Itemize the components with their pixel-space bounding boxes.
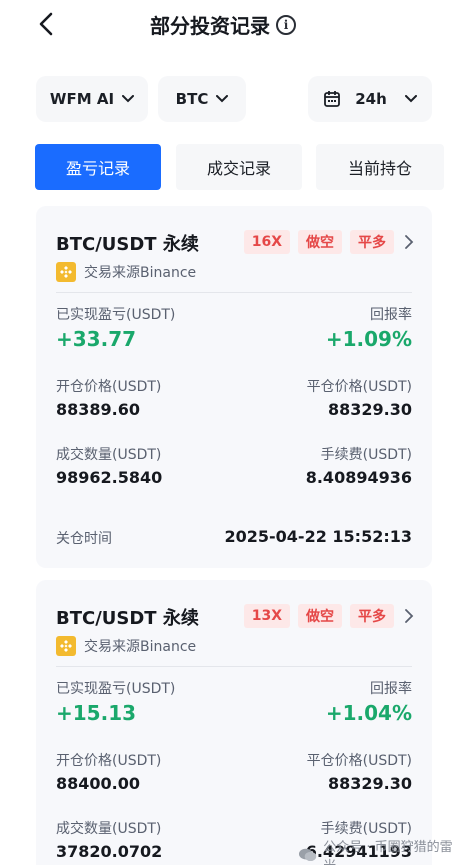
- page-title-group: 部分投资记录 i: [150, 10, 296, 39]
- divider: [56, 292, 412, 293]
- chevron-down-icon: [216, 95, 229, 103]
- side-badge: 做空: [298, 604, 342, 628]
- record-card[interactable]: BTC/USDT 永续 13X 做空 平多 交易来源Binance 已实现盈亏(…: [36, 580, 432, 865]
- quantity-value: 98962.5840: [56, 468, 163, 487]
- coin-select[interactable]: BTC: [158, 76, 246, 122]
- tab-trade-records[interactable]: 成交记录: [176, 144, 302, 190]
- trade-source-label: 交易来源Binance: [84, 639, 197, 655]
- chevron-left-icon: [39, 12, 53, 36]
- pair-name: BTC/USDT 永续: [56, 234, 199, 255]
- chevron-down-icon: [404, 95, 417, 103]
- watermark-text: 公众号 · 币圈狩猎的雷米: [323, 840, 453, 865]
- quantity-value: 37820.0702: [56, 842, 163, 861]
- fee-value: 8.40894936: [305, 468, 412, 487]
- fee-label: 手续费(USDT): [320, 447, 412, 463]
- fee-label: 手续费(USDT): [320, 821, 412, 837]
- tab-current-positions[interactable]: 当前持仓: [316, 144, 444, 190]
- top-bar: 部分投资记录 i: [0, 0, 460, 50]
- tab-pnl-records[interactable]: 盈亏记录: [35, 144, 161, 190]
- side-badge: 做空: [298, 230, 342, 254]
- pnl-value: +15.13: [56, 701, 137, 725]
- close-price-value: 88329.30: [327, 400, 412, 419]
- record-tabs: 盈亏记录 成交记录 当前持仓: [0, 144, 460, 190]
- info-icon[interactable]: i: [276, 14, 296, 35]
- calendar-icon: [324, 91, 341, 107]
- period-select[interactable]: 24h: [308, 76, 432, 122]
- coin-select-value: BTC: [175, 90, 209, 108]
- tag-group: 16X 做空 平多: [243, 230, 414, 254]
- pnl-value: +33.77: [56, 327, 137, 351]
- action-badge: 平多: [350, 604, 394, 628]
- quantity-label: 成交数量(USDT): [56, 821, 162, 837]
- wechat-icon: [298, 848, 317, 862]
- open-price-label: 开仓价格(USDT): [56, 379, 162, 395]
- leverage-badge: 13X: [243, 604, 290, 628]
- open-price-value: 88400.00: [56, 774, 141, 793]
- pair-name: BTC/USDT 永续: [56, 608, 199, 629]
- period-select-value: 24h: [355, 90, 387, 108]
- chevron-right-icon[interactable]: [404, 235, 414, 249]
- filter-bar: WFM AI BTC 24h: [0, 76, 460, 124]
- action-badge: 平多: [350, 230, 394, 254]
- close-price-value: 88329.30: [327, 774, 412, 793]
- roi-value: +1.09%: [325, 327, 412, 351]
- back-button[interactable]: [34, 10, 60, 38]
- trade-source-label: 交易来源Binance: [84, 265, 197, 281]
- leverage-badge: 16X: [243, 230, 290, 254]
- screen: 部分投资记录 i WFM AI BTC 24h 盈亏记录 成交记录 当前持仓 B…: [0, 0, 460, 865]
- binance-icon: [56, 262, 76, 282]
- model-select-value: WFM AI: [49, 90, 115, 108]
- tag-group: 13X 做空 平多: [243, 604, 414, 628]
- pnl-label: 已实现盈亏(USDT): [56, 681, 176, 697]
- close-time-value: 2025-04-22 15:52:13: [224, 527, 412, 546]
- roi-value: +1.04%: [325, 701, 412, 725]
- divider: [56, 666, 412, 667]
- trade-source: 交易来源Binance: [56, 636, 196, 656]
- quantity-label: 成交数量(USDT): [56, 447, 162, 463]
- chevron-right-icon[interactable]: [404, 609, 414, 623]
- close-price-label: 平仓价格(USDT): [306, 379, 412, 395]
- open-price-value: 88389.60: [56, 400, 141, 419]
- account-watermark: 公众号 · 币圈狩猎的雷米: [298, 836, 460, 865]
- binance-icon: [56, 636, 76, 656]
- chevron-down-icon: [122, 95, 135, 103]
- page-title: 部分投资记录: [150, 14, 270, 38]
- pnl-label: 已实现盈亏(USDT): [56, 307, 176, 323]
- record-card[interactable]: BTC/USDT 永续 16X 做空 平多 交易来源Binance 已实现盈亏(…: [36, 206, 432, 568]
- open-price-label: 开仓价格(USDT): [56, 753, 162, 769]
- roi-label: 回报率: [370, 307, 412, 323]
- close-time-label: 关仓时间: [56, 531, 112, 547]
- close-price-label: 平仓价格(USDT): [306, 753, 412, 769]
- roi-label: 回报率: [370, 681, 412, 697]
- trade-source: 交易来源Binance: [56, 262, 196, 282]
- model-select[interactable]: WFM AI: [36, 76, 148, 122]
